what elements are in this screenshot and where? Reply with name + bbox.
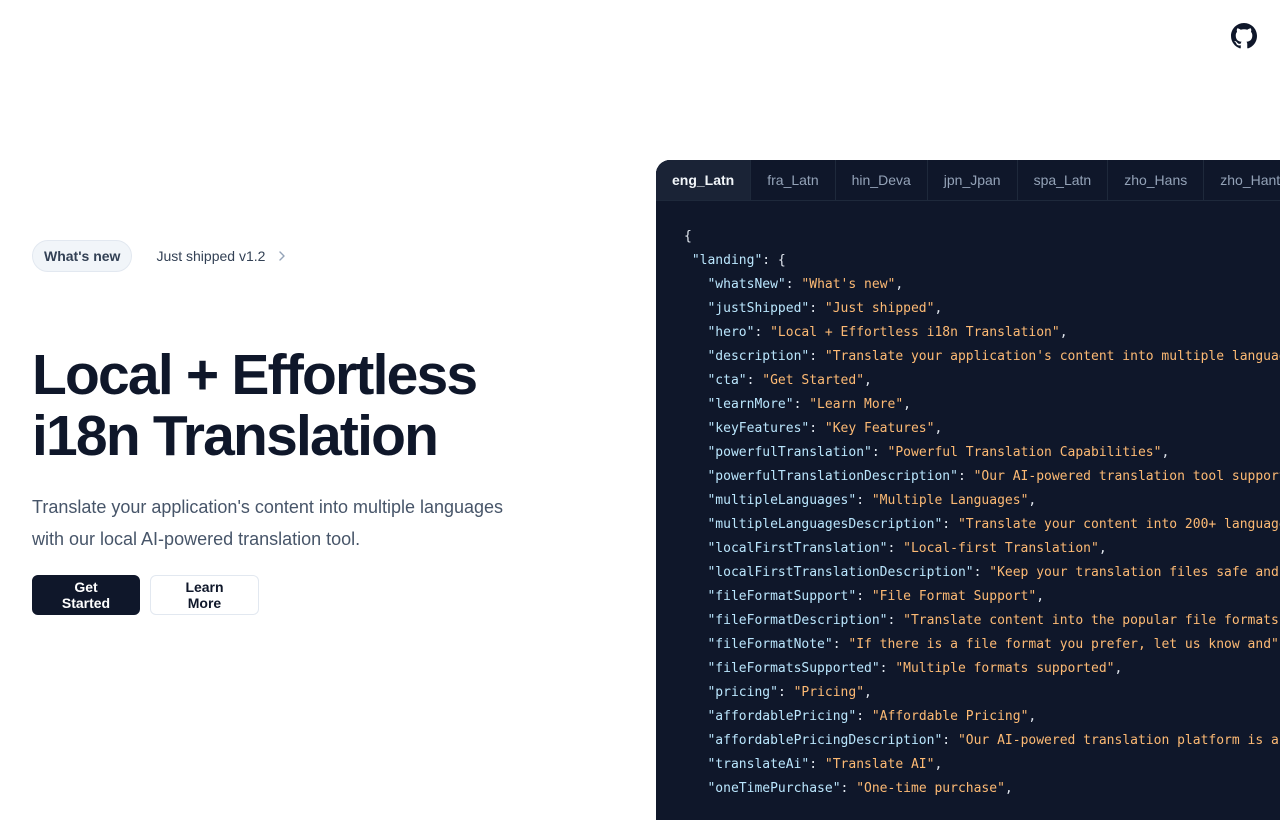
announcement-bar: What's new Just shipped v1.2 bbox=[32, 240, 592, 272]
chevron-right-icon bbox=[277, 251, 287, 261]
json-value: "Local-first Translation" bbox=[903, 541, 1099, 556]
json-value: "Affordable Pricing" bbox=[871, 709, 1029, 724]
code-line: "whatsNew": "What's new", bbox=[707, 277, 904, 292]
code-line: "translateAi": "Translate AI", bbox=[707, 757, 943, 772]
json-value: "Just shipped" bbox=[824, 301, 935, 316]
tab-zho-hans[interactable]: zho_Hans bbox=[1108, 160, 1205, 200]
just-shipped-link[interactable]: Just shipped v1.2 bbox=[156, 248, 287, 264]
code-line: "powerfulTranslationDescription": "Our A… bbox=[684, 465, 1280, 489]
json-value: "Key Features" bbox=[824, 421, 935, 436]
tab-zho-hant[interactable]: zho_Hant bbox=[1204, 160, 1280, 200]
json-value: "Learn More" bbox=[809, 397, 904, 412]
tab-spa-latn[interactable]: spa_Latn bbox=[1018, 160, 1109, 200]
json-key: "localFirstTranslation" bbox=[707, 541, 888, 556]
json-value: "Get Started" bbox=[762, 373, 865, 388]
json-key: "fileFormatNote" bbox=[707, 637, 833, 652]
json-key: "justShipped" bbox=[707, 301, 810, 316]
json-value: "Our AI-powered translation platform is … bbox=[957, 733, 1280, 748]
json-value: "What's new" bbox=[801, 277, 896, 292]
code-line: "multipleLanguages": "Multiple Languages… bbox=[707, 493, 1037, 508]
hero-title-line-2: i18n Translation bbox=[32, 404, 439, 468]
cta-group: Get Started Learn More bbox=[32, 575, 592, 615]
json-root-key: "landing" bbox=[691, 253, 763, 268]
json-code-block: { "landing": { "whatsNew": "What's new",… bbox=[656, 201, 1280, 801]
code-line: "keyFeatures": "Key Features", bbox=[707, 421, 943, 436]
code-line: "justShipped": "Just shipped", bbox=[707, 301, 943, 316]
json-key: "cta" bbox=[707, 373, 747, 388]
json-key: "hero" bbox=[707, 325, 755, 340]
code-line: "multipleLanguagesDescription": "Transla… bbox=[684, 513, 1280, 537]
json-value: "Translate your content into 200+ langua… bbox=[957, 517, 1280, 532]
github-link[interactable] bbox=[1231, 23, 1257, 49]
code-line: "fileFormatsSupported": "Multiple format… bbox=[707, 661, 1123, 676]
json-key: "translateAi" bbox=[707, 757, 810, 772]
json-value: "Powerful Translation Capabilities" bbox=[887, 445, 1162, 460]
json-key: "fileFormatSupport" bbox=[707, 589, 857, 604]
json-value: "Translate AI" bbox=[824, 757, 935, 772]
code-line: { bbox=[684, 225, 1280, 249]
hero-section: What's new Just shipped v1.2 Local + Eff… bbox=[32, 240, 592, 615]
whats-new-badge: What's new bbox=[32, 240, 133, 272]
json-key: "whatsNew" bbox=[707, 277, 786, 292]
code-line: "description": "Translate your applicati… bbox=[684, 345, 1280, 369]
translation-preview-panel: eng_Latn fra_Latn hin_Deva jpn_Jpan spa_… bbox=[656, 160, 1280, 820]
json-key: "affordablePricingDescription" bbox=[707, 733, 943, 748]
language-tabs: eng_Latn fra_Latn hin_Deva jpn_Jpan spa_… bbox=[656, 160, 1280, 201]
code-line: "fileFormatSupport": "File Format Suppor… bbox=[707, 589, 1045, 604]
hero-description: Translate your application's content int… bbox=[32, 497, 504, 549]
code-line: "affordablePricing": "Affordable Pricing… bbox=[707, 709, 1037, 724]
learn-more-button[interactable]: Learn More bbox=[150, 575, 259, 615]
json-value: "Pricing" bbox=[793, 685, 865, 700]
json-key: "powerfulTranslationDescription" bbox=[707, 469, 958, 484]
code-line: "fileFormatDescription": "Translate cont… bbox=[684, 609, 1280, 633]
json-value: "Translate content into the popular file… bbox=[903, 613, 1280, 628]
json-key: "description" bbox=[707, 349, 810, 364]
json-key: "learnMore" bbox=[707, 397, 794, 412]
code-line: "learnMore": "Learn More", bbox=[707, 397, 911, 412]
code-line: "affordablePricingDescription": "Our AI-… bbox=[684, 729, 1280, 753]
tab-eng-latn[interactable]: eng_Latn bbox=[656, 160, 752, 200]
code-line: "localFirstTranslationDescription": "Kee… bbox=[684, 561, 1280, 585]
json-key: "localFirstTranslationDescription" bbox=[707, 565, 974, 580]
code-line: "fileFormatNote": "If there is a file fo… bbox=[707, 637, 1280, 652]
json-key: "pricing" bbox=[707, 685, 778, 700]
tab-hin-deva[interactable]: hin_Deva bbox=[836, 160, 928, 200]
json-key: "multipleLanguagesDescription" bbox=[707, 517, 943, 532]
code-line: "pricing": "Pricing", bbox=[707, 685, 872, 700]
json-value: "Our AI-powered translation tool support… bbox=[973, 469, 1280, 484]
json-value: "Multiple Languages" bbox=[871, 493, 1029, 508]
code-line: "cta": "Get Started", bbox=[707, 373, 872, 388]
json-key: "keyFeatures" bbox=[707, 421, 810, 436]
json-key: "oneTimePurchase" bbox=[707, 781, 841, 796]
get-started-button[interactable]: Get Started bbox=[32, 575, 140, 615]
json-key: "affordablePricing" bbox=[707, 709, 857, 724]
code-line: "oneTimePurchase": "One-time purchase", bbox=[707, 781, 1013, 796]
code-line: "powerfulTranslation": "Powerful Transla… bbox=[707, 445, 1170, 460]
github-icon bbox=[1231, 23, 1257, 49]
json-key: "fileFormatsSupported" bbox=[707, 661, 880, 676]
json-value: "File Format Support" bbox=[871, 589, 1037, 604]
hero-title-line-1: Local + Effortless bbox=[32, 343, 478, 407]
json-value: "If there is a file format you prefer, l… bbox=[848, 637, 1279, 652]
json-open-brace: { bbox=[684, 229, 692, 244]
code-line: "hero": "Local + Effortless i18n Transla… bbox=[707, 325, 1068, 340]
json-value: "One-time purchase" bbox=[856, 781, 1005, 796]
code-line: "localFirstTranslation": "Local-first Tr… bbox=[707, 541, 1107, 556]
json-value: "Translate your application's content in… bbox=[824, 349, 1280, 364]
just-shipped-label: Just shipped v1.2 bbox=[156, 248, 266, 264]
json-value: "Keep your translation files safe and" bbox=[989, 565, 1280, 580]
tab-fra-latn[interactable]: fra_Latn bbox=[751, 160, 836, 200]
json-key: "fileFormatDescription" bbox=[707, 613, 888, 628]
tab-jpn-jpan[interactable]: jpn_Jpan bbox=[928, 160, 1018, 200]
hero-title: Local + Effortless i18n Translation bbox=[32, 345, 592, 467]
json-value: "Local + Effortless i18n Translation" bbox=[770, 325, 1060, 340]
json-root-open: : { bbox=[762, 253, 786, 268]
json-key: "multipleLanguages" bbox=[707, 493, 857, 508]
json-entries: "whatsNew": "What's new", "justShipped":… bbox=[684, 273, 1280, 801]
json-value: "Multiple formats supported" bbox=[895, 661, 1115, 676]
json-key: "powerfulTranslation" bbox=[707, 445, 872, 460]
code-line: "landing": { bbox=[684, 249, 1280, 273]
